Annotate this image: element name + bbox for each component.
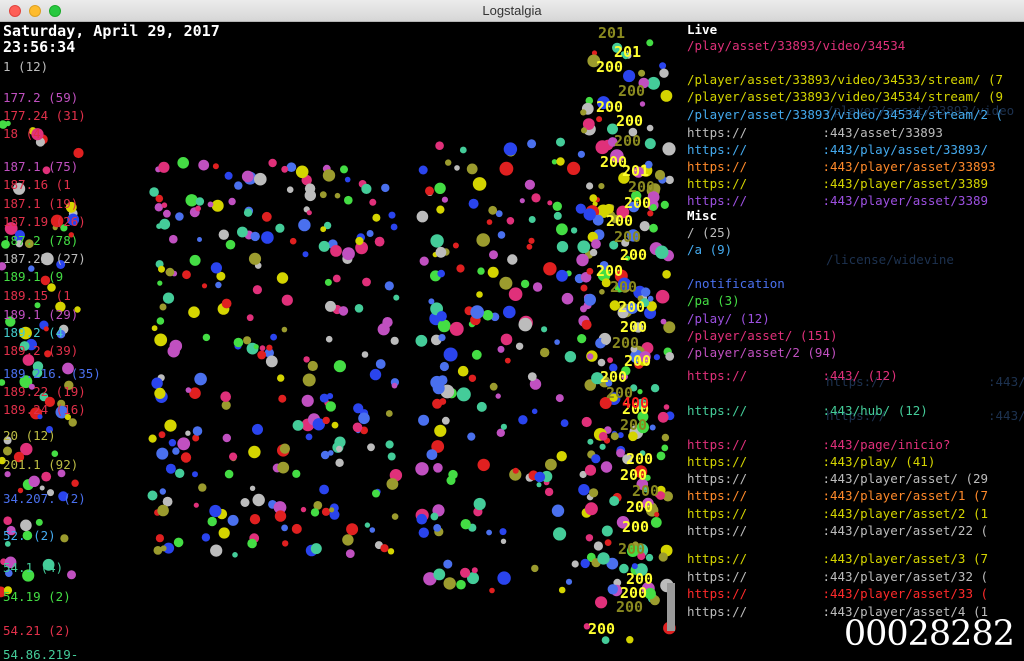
path-label: /a (9) — [687, 242, 733, 257]
path-label: / (25) — [687, 225, 733, 240]
response-code: 200 — [614, 132, 642, 150]
path-group-header: Live — [687, 22, 718, 37]
path-label: https:// :443/player/asset/3389 — [687, 193, 989, 208]
path-group-header: Misc — [687, 208, 718, 223]
response-code: 200 — [588, 620, 616, 638]
path-label: /notification — [687, 276, 785, 291]
response-code: 400 — [622, 394, 650, 412]
path-label: /play/asset/33893/video/34534 — [687, 38, 906, 53]
path-label: https:// :443/hub/ (12) — [687, 403, 928, 418]
path-label: /player/asset/2 (94) — [687, 345, 838, 360]
path-label: https:// :443/player/asset/3389 — [687, 176, 989, 191]
response-code: 200 — [624, 194, 652, 212]
path-label: https:// :443/page/inicio? — [687, 437, 951, 452]
path-list: Live/play/asset/33893/video/34534/player… — [687, 22, 1024, 661]
path-label: https:// :443/player/asset/32 ( — [687, 569, 989, 584]
path-label: https:// :443/play/ (41) — [687, 454, 936, 469]
response-code: 200 — [620, 246, 648, 264]
path-label: https:// :443/player/asset/2 (1 — [687, 506, 989, 521]
path-label: /pa (3) — [687, 293, 740, 308]
path-label: https:// :443/player/asset/33893 — [687, 159, 996, 174]
path-label: /player/asset/ (151) — [687, 328, 838, 343]
path-label: /player/asset/33893/video/34534/stream/2… — [687, 107, 1004, 122]
response-code-stream: 201 201 200 200 200 200 200 200 201 200 200 200 200 2… — [0, 22, 680, 661]
window-titlebar: Logstalgia — [0, 0, 1024, 22]
response-code: 200 — [596, 58, 624, 76]
path-label: https:// :443/player/asset/1 (7 — [687, 488, 989, 503]
path-label: https:// :443/player/asset/22 ( — [687, 523, 989, 538]
response-code: 200 — [618, 298, 646, 316]
path-label: /play/ (12) — [687, 311, 770, 326]
response-code: 200 — [616, 112, 644, 130]
request-counter: 00028282 — [843, 614, 1015, 654]
window-title: Logstalgia — [482, 3, 542, 18]
path-label: /player/asset/33893/video/34534/stream/ … — [687, 89, 1004, 104]
response-code: 200 — [620, 416, 648, 434]
path-label: https:// :443/player/asset/33 ( — [687, 586, 989, 601]
response-code: 200 — [610, 278, 638, 296]
response-code: 200 — [616, 598, 644, 616]
response-code: 200 — [612, 334, 640, 352]
response-code: 200 — [622, 518, 650, 536]
response-code: 201 — [598, 24, 626, 42]
path-label: https:// :443/player/asset/ (29 — [687, 471, 989, 486]
path-label: https:// :443/play/asset/33893/ — [687, 142, 989, 157]
response-code: 200 — [618, 540, 646, 558]
path-label: https:// :443/player/asset/3 (7 — [687, 551, 989, 566]
path-label: /player/asset/33893/video/34533/stream/ … — [687, 72, 1004, 87]
response-code: 200 — [614, 228, 642, 246]
visualization-viewport[interactable]: Saturday, April 29, 2017 23:56:34 1 (12)… — [0, 22, 1024, 661]
path-label: https:// :443/asset/33893 — [687, 125, 943, 140]
response-code: 200 — [624, 352, 652, 370]
response-code: 200 — [626, 498, 654, 516]
path-label: https:// :443/ (12) — [687, 368, 898, 383]
paddle — [667, 583, 675, 631]
